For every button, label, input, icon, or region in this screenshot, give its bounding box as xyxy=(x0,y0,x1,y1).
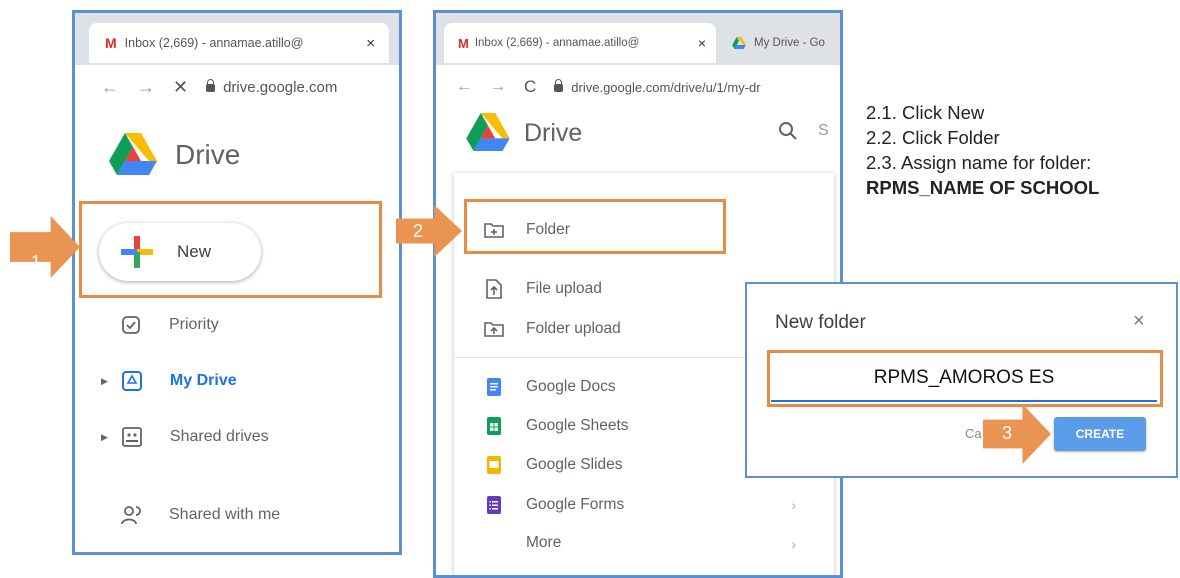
tab-my-drive[interactable]: My Drive - Go xyxy=(720,23,840,63)
menu-item-folder-upload[interactable]: Folder upload xyxy=(484,319,621,339)
instruction-step-2: 2.2. Click Folder xyxy=(866,127,1000,148)
back-icon[interactable]: ← xyxy=(101,77,119,98)
nav-shared-drives[interactable]: ▶ Shared drives xyxy=(101,427,269,447)
tab-close-icon[interactable]: × xyxy=(366,35,375,52)
step-number: 2 xyxy=(412,220,423,241)
priority-icon xyxy=(122,316,140,334)
menu-item-google-docs[interactable]: Google Docs xyxy=(484,377,616,397)
expand-arrow-icon: ▶ xyxy=(101,431,108,442)
instruction-step-1: 2.1. Click New xyxy=(866,102,985,123)
chevron-right-icon: › xyxy=(791,497,796,513)
step-arrow-1: 1 xyxy=(10,216,80,278)
tab-inbox[interactable]: M Inbox (2,669) - annamae.atillo@ × xyxy=(444,23,716,63)
address-bar[interactable]: ← → C drive.google.com/drive/u/1/my-dr xyxy=(436,65,840,109)
menu-label: Google Slides xyxy=(526,456,623,473)
file-upload-icon xyxy=(486,279,502,299)
highlight-input xyxy=(767,350,1163,407)
gmail-icon: M xyxy=(458,35,469,51)
tab-inbox[interactable]: M Inbox (2,669) - annamae.atillo@ × xyxy=(89,23,389,63)
drive-logo-icon xyxy=(109,133,157,175)
menu-label: Folder upload xyxy=(526,320,621,337)
menu-label: More xyxy=(526,534,562,551)
instructions: 2.1. Click New 2.2. Click Folder 2.3. As… xyxy=(866,100,1099,200)
search-icon[interactable] xyxy=(778,121,798,147)
menu-item-file-upload[interactable]: File upload xyxy=(484,279,602,299)
lock-icon xyxy=(206,79,216,92)
nav-label: Shared drives xyxy=(169,428,269,445)
menu-label: Google Forms xyxy=(526,496,625,513)
highlight-new xyxy=(79,201,382,298)
drive-logo xyxy=(109,133,157,180)
menu-label: Google Docs xyxy=(526,378,616,395)
menu-item-google-sheets[interactable]: Google Sheets xyxy=(484,416,629,436)
create-label: CREATE xyxy=(1075,427,1125,441)
forward-icon[interactable]: → xyxy=(137,77,155,98)
tab-bar: M Inbox (2,669) - annamae.atillo@ × My D… xyxy=(436,13,840,65)
nav-label: Shared with me xyxy=(169,506,281,523)
chevron-right-icon: › xyxy=(791,536,796,552)
stop-icon[interactable]: ✕ xyxy=(173,77,188,98)
drive-favicon xyxy=(732,37,746,49)
address-bar[interactable]: ← → ✕ drive.google.com xyxy=(75,65,399,109)
nav-my-drive[interactable]: ▶ My Drive xyxy=(101,371,237,391)
back-icon[interactable]: ← xyxy=(456,78,472,96)
google-slides-icon xyxy=(487,456,501,474)
address-text: drive.google.com xyxy=(223,78,338,96)
tab-title: Inbox (2,669) - annamae.atillo@ xyxy=(124,36,304,50)
menu-item-google-forms[interactable]: Google Forms xyxy=(484,495,624,515)
close-icon[interactable]: × xyxy=(1133,310,1145,333)
shared-drives-icon xyxy=(122,427,142,447)
google-forms-icon xyxy=(487,496,501,514)
nav-label: My Drive xyxy=(169,372,237,389)
menu-label: File upload xyxy=(526,280,602,297)
menu-item-google-slides[interactable]: Google Slides xyxy=(484,455,623,475)
forward-icon[interactable]: → xyxy=(490,78,506,96)
browser-panel-new: M Inbox (2,669) - annamae.atillo@ × ← → … xyxy=(72,10,402,555)
nav-priority[interactable]: Priority xyxy=(121,315,219,335)
new-folder-dialog: New folder × RPMS_AMOROS ES Ca CREATE xyxy=(745,282,1178,478)
tab-title: My Drive - Go xyxy=(754,37,825,49)
nav-shared-with-me[interactable]: Shared with me xyxy=(121,505,280,525)
drive-logo xyxy=(466,113,510,156)
instruction-step-3: 2.3. Assign name for folder: xyxy=(866,152,1092,173)
folder-upload-icon xyxy=(484,322,504,337)
step-number: 1 xyxy=(30,251,41,272)
app-title: Drive xyxy=(524,119,583,147)
menu-label: Google Sheets xyxy=(526,417,629,434)
instruction-folder-name: RPMS_NAME OF SCHOOL xyxy=(866,177,1100,198)
lock-icon xyxy=(554,79,564,92)
google-docs-icon xyxy=(487,378,501,396)
step-number: 3 xyxy=(1001,422,1012,443)
reload-icon[interactable]: C xyxy=(524,77,536,97)
gmail-icon: M xyxy=(105,35,117,51)
dialog-title: New folder xyxy=(775,312,866,333)
highlight-folder xyxy=(464,199,726,254)
my-drive-icon xyxy=(121,371,142,391)
create-button[interactable]: CREATE xyxy=(1054,417,1146,451)
tab-close-icon[interactable]: × xyxy=(698,35,706,51)
tab-title: Inbox (2,669) - annamae.atillo@ xyxy=(474,37,640,49)
cancel-button[interactable]: Ca xyxy=(965,426,982,441)
tab-bar: M Inbox (2,669) - annamae.atillo@ × xyxy=(75,13,399,65)
shared-with-me-icon xyxy=(121,506,141,525)
expand-arrow-icon: ▶ xyxy=(101,375,108,386)
search-hint: S xyxy=(818,122,829,139)
address-text: drive.google.com/drive/u/1/my-dr xyxy=(571,79,761,95)
menu-item-more[interactable]: More xyxy=(526,534,561,552)
nav-label: Priority xyxy=(169,316,219,333)
drive-logo-icon xyxy=(466,113,510,151)
google-sheets-icon xyxy=(487,417,501,435)
app-title: Drive xyxy=(175,139,241,170)
